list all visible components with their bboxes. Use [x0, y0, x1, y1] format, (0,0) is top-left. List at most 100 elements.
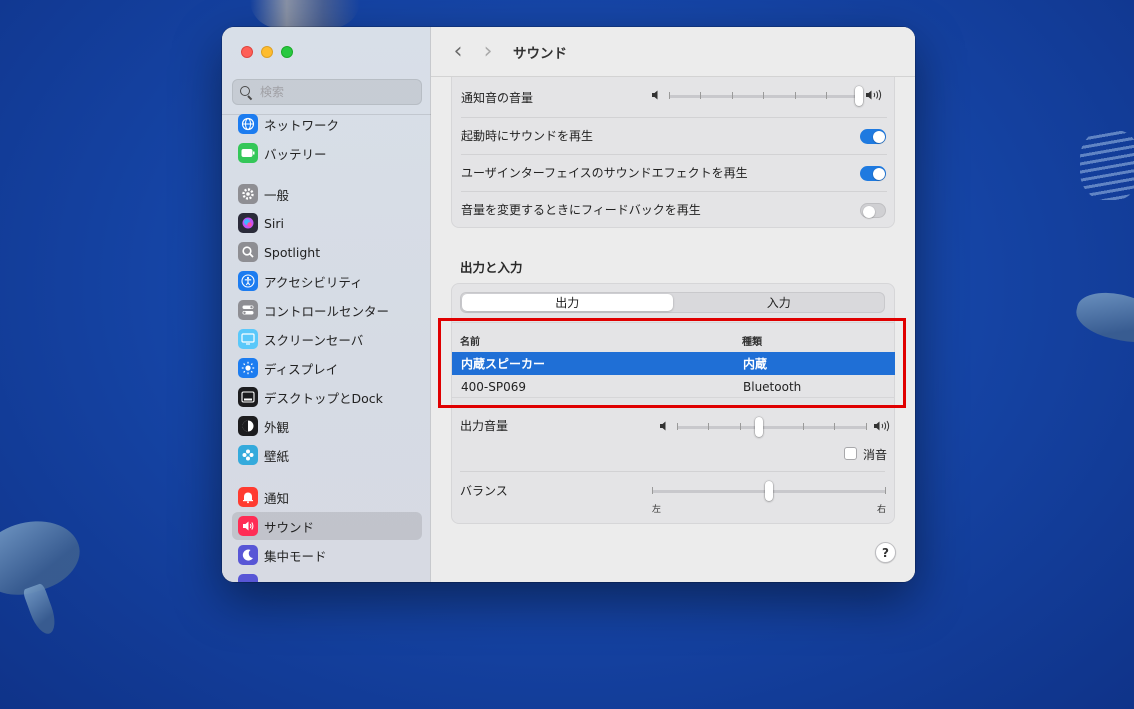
- globe-icon: [238, 114, 258, 134]
- sidebar-item-battery[interactable]: バッテリー: [232, 139, 422, 167]
- sidebar-item-appearance[interactable]: 外観: [232, 412, 422, 440]
- slider-tick: [763, 92, 764, 99]
- slider-tick: [826, 92, 827, 99]
- sidebar-item-label: サウンド: [264, 519, 315, 535]
- balance-right-label: 右: [877, 505, 887, 515]
- sidebar-item-control-center[interactable]: コントロールセンター: [232, 296, 422, 324]
- alert-volume-slider[interactable]: [652, 86, 887, 107]
- back-button[interactable]: ‹: [443, 39, 473, 64]
- sidebar-item-label: アクセシビリティ: [264, 274, 363, 290]
- zoom-window-button[interactable]: [281, 46, 293, 58]
- sound-effects-group: 通知音の音量 起動時にサウンドを再生 ユーザインターフェイスのサウンドエフェクト…: [451, 69, 895, 228]
- siri-icon: [238, 213, 258, 233]
- search-icon: [240, 86, 252, 98]
- sidebar-item-wallpaper[interactable]: 壁紙: [232, 441, 422, 469]
- forward-button[interactable]: ›: [473, 39, 503, 64]
- appearance-icon: [238, 416, 258, 436]
- alert-volume-knob[interactable]: [855, 86, 863, 106]
- accessibility-icon: [238, 271, 258, 291]
- background-dolphin-right: [1072, 286, 1134, 349]
- settings-window: ネットワーク バッテリー 一般 Siri: [222, 27, 915, 582]
- output-input-segmented-control: 出力 入力: [460, 292, 885, 313]
- volume-feedback-toggle[interactable]: [860, 203, 886, 218]
- sidebar-item-label: バッテリー: [264, 146, 327, 162]
- slider-tick: [700, 92, 701, 99]
- alert-volume-track: [669, 95, 859, 98]
- sidebar: ネットワーク バッテリー 一般 Siri: [222, 27, 431, 582]
- sidebar-item-accessibility[interactable]: アクセシビリティ: [232, 267, 422, 295]
- output-input-heading: 出力と入力: [460, 260, 523, 275]
- tab-input[interactable]: 入力: [674, 293, 885, 312]
- sidebar-item-displays[interactable]: ディスプレイ: [232, 354, 422, 382]
- slider-tick: [866, 423, 867, 430]
- slider-tick: [834, 423, 835, 430]
- mute-label: 消音: [863, 448, 888, 462]
- sidebar-item-spotlight[interactable]: Spotlight: [232, 238, 422, 266]
- speaker-icon: [238, 516, 258, 536]
- background-dolphin-fin: [22, 582, 60, 638]
- background-rock: [250, 0, 360, 28]
- sidebar-item-general[interactable]: 一般: [232, 180, 422, 208]
- device-row[interactable]: 内蔵スピーカー 内蔵: [452, 352, 895, 375]
- output-volume-knob[interactable]: [754, 417, 763, 437]
- slider-tick: [732, 92, 733, 99]
- device-row[interactable]: 400-SP069 Bluetooth: [452, 375, 895, 398]
- background-fish: [1080, 130, 1134, 200]
- main-pane: 通知音の音量 起動時にサウンドを再生 ユーザインターフェイスのサウンドエフェクト…: [431, 27, 915, 582]
- slider-tick: [885, 487, 886, 494]
- ui-sound-effects-row: ユーザインターフェイスのサウンドエフェクトを再生: [461, 154, 887, 191]
- sidebar-item-label: ディスプレイ: [264, 361, 339, 377]
- sidebar-item-notifications[interactable]: 通知: [232, 483, 422, 511]
- sidebar-item-label: 通知: [264, 490, 290, 506]
- slider-tick: [708, 423, 709, 430]
- mute-checkbox[interactable]: [844, 447, 857, 460]
- ui-sound-effects-toggle[interactable]: [860, 166, 886, 181]
- minimize-window-button[interactable]: [261, 46, 273, 58]
- balance-slider[interactable]: [652, 481, 887, 502]
- sidebar-item-network[interactable]: ネットワーク: [232, 110, 422, 138]
- sidebar-item-sound[interactable]: サウンド: [232, 512, 422, 540]
- sidebar-item-focus[interactable]: 集中モード: [232, 541, 422, 569]
- slider-tick: [677, 423, 678, 430]
- slider-tick: [652, 487, 653, 494]
- sidebar-item-label: 壁紙: [264, 448, 290, 464]
- sidebar-item-cutoff[interactable]: [232, 570, 422, 582]
- slider-tick: [740, 423, 741, 430]
- close-window-button[interactable]: [241, 46, 253, 58]
- startup-sound-toggle[interactable]: [860, 129, 886, 144]
- control-center-icon: [238, 300, 258, 320]
- device-type: 内蔵: [743, 357, 768, 371]
- sidebar-item-screensaver[interactable]: スクリーンセーバ: [232, 325, 422, 353]
- balance-knob[interactable]: [765, 481, 773, 501]
- balance-label: バランス: [460, 484, 508, 498]
- column-header-name[interactable]: 名前: [460, 333, 480, 348]
- row-divider: [460, 471, 885, 472]
- speaker-high-icon: [866, 89, 884, 104]
- sidebar-item-label: コントロールセンター: [264, 303, 390, 319]
- magnifier-icon: [238, 242, 258, 262]
- battery-icon: [238, 143, 258, 163]
- sidebar-item-label: 一般: [264, 187, 290, 203]
- startup-sound-row: 起動時にサウンドを再生: [461, 117, 887, 154]
- device-name: 内蔵スピーカー: [461, 357, 546, 371]
- ui-sound-effects-label: ユーザインターフェイスのサウンドエフェクトを再生: [461, 166, 748, 180]
- tab-output[interactable]: 出力: [462, 294, 673, 311]
- device-name: 400-SP069: [461, 379, 526, 394]
- output-volume-label: 出力音量: [460, 419, 509, 433]
- speaker-high-icon: [874, 420, 892, 435]
- gear-icon: [238, 184, 258, 204]
- column-header-type[interactable]: 種類: [742, 333, 762, 348]
- speaker-low-icon: [652, 90, 661, 103]
- startup-sound-label: 起動時にサウンドを再生: [461, 129, 594, 143]
- sidebar-item-desktop-dock[interactable]: デスクトップとDock: [232, 383, 422, 411]
- balance-left-label: 左: [652, 505, 662, 515]
- search-input[interactable]: [260, 85, 410, 99]
- dock-icon: [238, 387, 258, 407]
- help-button[interactable]: ?: [875, 542, 896, 563]
- sidebar-item-siri[interactable]: Siri: [232, 209, 422, 237]
- output-volume-slider[interactable]: [660, 417, 895, 438]
- screensaver-icon: [238, 329, 258, 349]
- bell-icon: [238, 487, 258, 507]
- slider-tick: [803, 423, 804, 430]
- search-field[interactable]: [232, 79, 422, 105]
